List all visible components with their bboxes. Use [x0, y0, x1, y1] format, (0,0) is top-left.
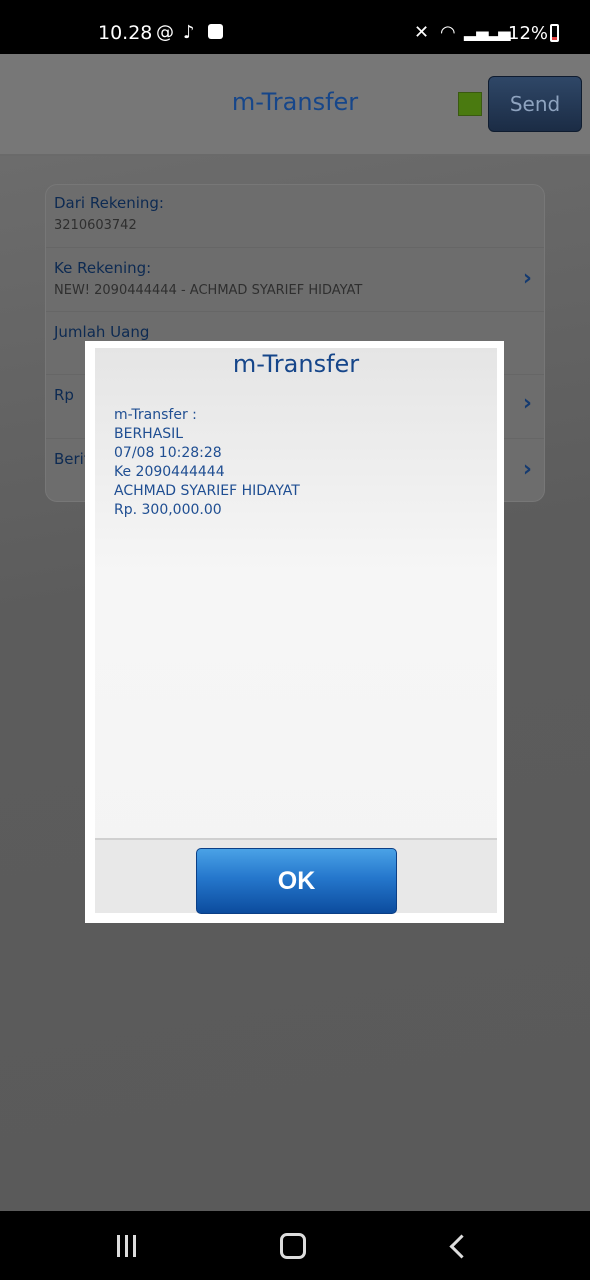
- dialog-panel: m-Transfer m-Transfer : BERHASIL 07/08 1…: [95, 348, 497, 914]
- battery-icon: [550, 24, 559, 42]
- chevron-right-icon: ›: [522, 266, 532, 291]
- from-account-value: 3210603742: [54, 218, 137, 233]
- status-indicator: [458, 92, 482, 116]
- to-account-row[interactable]: Ke Rekening: NEW! 2090444444 - ACHMAD SY…: [46, 248, 544, 312]
- ok-button[interactable]: OK: [196, 848, 397, 914]
- chevron-right-icon: ›: [522, 457, 532, 482]
- message-line: Ke 2090444444: [114, 464, 225, 480]
- at-sign-icon: @: [156, 22, 174, 43]
- dialog-title: m-Transfer: [232, 350, 360, 378]
- to-account-label: Ke Rekening:: [54, 259, 152, 277]
- currency-label: Rp: [54, 386, 74, 404]
- dialog-footer: OK: [95, 838, 497, 914]
- app-bar: m-Transfer Send: [0, 54, 590, 156]
- send-button[interactable]: Send: [488, 76, 582, 132]
- signal-icon: ▂▄: [464, 22, 489, 41]
- mute-icon: ✕: [414, 22, 430, 43]
- wifi-icon: ◠: [440, 22, 456, 43]
- recent-apps-icon[interactable]: [103, 1229, 153, 1263]
- status-time: 10.28: [98, 22, 153, 44]
- to-account-value: NEW! 2090444444 - ACHMAD SYARIEF HIDAYAT: [54, 283, 363, 298]
- message-line: m-Transfer :: [114, 407, 197, 423]
- from-account-row: Dari Rekening: 3210603742: [46, 185, 544, 248]
- chevron-right-icon: ›: [522, 391, 532, 416]
- home-icon[interactable]: [267, 1229, 317, 1263]
- tiktok-icon: ♪: [183, 22, 195, 43]
- dialog-message: m-Transfer : BERHASIL 07/08 10:28:28 Ke …: [114, 406, 484, 520]
- back-icon[interactable]: [433, 1229, 483, 1263]
- navigation-bar: [0, 1211, 590, 1280]
- status-bar: 10.28 @ ♪ ✕ ◠ ▂▄ ▂▄ 12%: [0, 0, 590, 54]
- result-dialog: m-Transfer m-Transfer : BERHASIL 07/08 1…: [85, 341, 504, 923]
- message-line: 07/08 10:28:28: [114, 445, 222, 461]
- battery-percent: 12%: [508, 23, 549, 44]
- message-line: BERHASIL: [114, 426, 184, 442]
- amount-label: Jumlah Uang: [54, 323, 150, 341]
- signal-icon: ▂▄: [486, 22, 511, 41]
- record-icon: [208, 24, 223, 39]
- message-line: ACHMAD SYARIEF HIDAYAT: [114, 483, 300, 499]
- message-line: Rp. 300,000.00: [114, 502, 222, 518]
- from-account-label: Dari Rekening:: [54, 194, 164, 212]
